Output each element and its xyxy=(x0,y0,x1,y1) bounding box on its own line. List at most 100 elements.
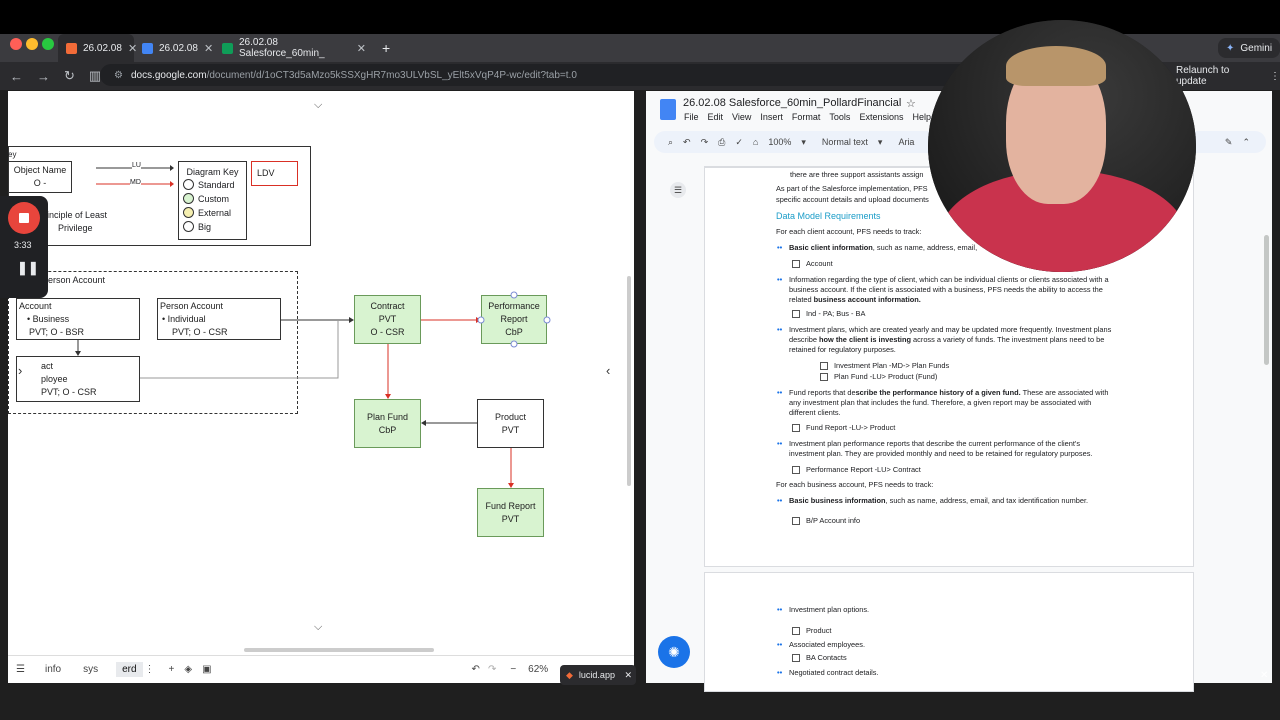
print-icon[interactable]: ⎙ xyxy=(718,137,725,148)
webcam-overlay xyxy=(928,20,1196,272)
webcam-person-hair xyxy=(1006,46,1106,86)
ai-assist-button[interactable]: ✺ xyxy=(658,636,690,668)
checkbox[interactable] xyxy=(792,423,800,432)
zoom-select[interactable]: 100% xyxy=(768,137,791,147)
tab-docs-1[interactable]: 26.02.08 ✕ xyxy=(134,34,213,62)
chevron-down-icon[interactable]: ▾ xyxy=(801,137,806,148)
checkbox[interactable] xyxy=(792,465,800,474)
edit-mode-icon[interactable]: ✎ xyxy=(1225,137,1233,148)
add-page-icon[interactable]: + xyxy=(169,664,175,675)
checkbox[interactable] xyxy=(792,626,800,635)
checklist-item[interactable]: Plan Fund -LU> Product (Fund) xyxy=(820,372,937,381)
checkbox[interactable] xyxy=(792,516,800,525)
close-tab-icon[interactable]: ✕ xyxy=(204,42,213,55)
chevron-right-icon[interactable]: › xyxy=(18,363,22,378)
list-item: Basic business information, such as name… xyxy=(777,496,1088,506)
vertical-scrollbar[interactable] xyxy=(627,276,631,486)
checklist-item[interactable]: Fund Report -LU-> Product xyxy=(792,423,895,432)
page-icon[interactable]: ▣ xyxy=(202,664,211,675)
menu-insert[interactable]: Insert xyxy=(760,112,783,122)
recorder-panel: 3:33 ❚❚ xyxy=(0,196,48,298)
new-tab-button[interactable]: + xyxy=(374,34,398,62)
docs-logo-icon xyxy=(660,99,676,120)
lucid-canvas[interactable]: ⌵ ey Object Name O - LU MD rinciple of L… xyxy=(8,91,634,683)
reload-icon[interactable]: ↻ xyxy=(64,68,75,84)
tab-erd[interactable]: erd xyxy=(116,661,143,677)
close-icon[interactable]: ✕ xyxy=(624,670,632,681)
connector-lines xyxy=(75,291,551,488)
checklist-item[interactable]: Account xyxy=(792,259,833,268)
list-icon[interactable]: ☰ xyxy=(16,664,25,675)
tab-sheets[interactable]: 26.02.08 Salesforce_60min_ ✕ xyxy=(214,34,374,62)
zoom-window-button[interactable] xyxy=(42,38,54,50)
checkbox[interactable] xyxy=(820,372,828,381)
menu-view[interactable]: View xyxy=(732,112,751,122)
menu-extensions[interactable]: Extensions xyxy=(859,112,903,122)
list-item: Information regarding the type of client… xyxy=(777,275,1149,305)
checkbox[interactable] xyxy=(792,259,800,268)
sheets-icon xyxy=(222,42,233,54)
tab-info[interactable]: info xyxy=(45,664,61,675)
checklist-item[interactable]: BA Contacts xyxy=(792,653,847,662)
style-select[interactable]: Normal text xyxy=(822,137,868,147)
tab-lucid-1[interactable]: 26.02.08 ✕ xyxy=(58,34,137,62)
lucid-icon xyxy=(66,42,77,54)
checklist-item[interactable]: B/P Account info xyxy=(792,516,860,525)
menu-format[interactable]: Format xyxy=(792,112,821,122)
menu-file[interactable]: File xyxy=(684,112,699,122)
list-item: Associated employees. xyxy=(777,640,865,650)
undo-icon[interactable]: ↶ xyxy=(472,664,480,675)
doc-title[interactable]: 26.02.08 Salesforce_60min_PollardFinanci… xyxy=(683,97,901,109)
more-menu-icon[interactable]: ⋮ xyxy=(1270,71,1280,82)
checklist-item[interactable]: Investment Plan -MD-> Plan Funds xyxy=(820,361,949,370)
nav-controls: ← → ↻ ▥ xyxy=(10,62,101,90)
checkbox[interactable] xyxy=(792,309,800,318)
undo-icon[interactable]: ↶ xyxy=(683,137,691,148)
checklist-item[interactable]: Performance Report -LU> Contract xyxy=(792,465,921,474)
close-tab-icon[interactable]: ✕ xyxy=(357,42,366,55)
checkbox[interactable] xyxy=(792,653,800,662)
close-window-button[interactable] xyxy=(10,38,22,50)
paint-format-icon[interactable]: ⌂ xyxy=(753,137,758,147)
list-item: Fund reports that describe the performan… xyxy=(777,388,1149,418)
list-item: Negotiated contract details. xyxy=(777,668,879,678)
chevron-up-icon[interactable]: ⌃ xyxy=(1242,137,1250,148)
spellcheck-icon[interactable]: ✓ xyxy=(735,137,743,148)
redo-icon[interactable]: ↷ xyxy=(488,664,496,675)
tab-sys[interactable]: sys xyxy=(83,664,98,675)
layers-icon[interactable]: ◈ xyxy=(184,664,192,675)
gemini-button[interactable]: ✦ Gemini xyxy=(1218,38,1280,58)
checklist-item[interactable]: Product xyxy=(792,626,831,635)
close-icon[interactable]: ✕ xyxy=(1260,670,1268,681)
more-icon[interactable]: ⋮ xyxy=(145,664,155,675)
docs-vertical-scrollbar[interactable] xyxy=(1264,235,1269,365)
stop-record-button[interactable] xyxy=(8,202,40,234)
site-settings-icon[interactable]: ⚙ xyxy=(114,70,123,81)
back-icon[interactable]: ← xyxy=(10,69,23,84)
chevron-down-icon[interactable]: ▾ xyxy=(878,137,883,148)
list-item: Investment plan options. xyxy=(777,605,869,615)
pause-icon[interactable]: ❚❚ xyxy=(17,260,39,276)
font-select[interactable]: Aria xyxy=(898,137,914,147)
list-item: Investment plans, which are created year… xyxy=(777,325,1149,355)
lucid-app-chip[interactable]: ◆ lucid.app ✕ xyxy=(560,665,636,685)
menu-edit[interactable]: Edit xyxy=(708,112,724,122)
horizontal-scrollbar[interactable] xyxy=(244,648,434,652)
chevron-down-icon[interactable]: ⌵ xyxy=(314,621,322,634)
list-item: Investment plan performance reports that… xyxy=(777,439,1149,459)
forward-icon[interactable]: → xyxy=(37,69,50,84)
chevron-left-icon[interactable]: ‹ xyxy=(606,363,610,378)
zoom-level[interactable]: 62% xyxy=(528,664,548,675)
redo-icon[interactable]: ↷ xyxy=(701,137,709,148)
outline-icon[interactable]: ☰ xyxy=(670,182,686,198)
search-icon[interactable]: ⌕ xyxy=(668,137,673,148)
checklist-item[interactable]: Ind - PA; Bus - BA xyxy=(792,309,865,318)
checkbox[interactable] xyxy=(820,361,828,370)
menu-bar: File Edit View Insert Format Tools Exten… xyxy=(684,112,931,122)
zoom-out-icon[interactable]: − xyxy=(510,664,516,675)
minimize-window-button[interactable] xyxy=(26,38,38,50)
gemini-icon: ✦ xyxy=(1226,42,1235,54)
stop-icon xyxy=(19,213,29,223)
menu-tools[interactable]: Tools xyxy=(829,112,850,122)
star-icon[interactable]: ☆ xyxy=(906,97,916,110)
